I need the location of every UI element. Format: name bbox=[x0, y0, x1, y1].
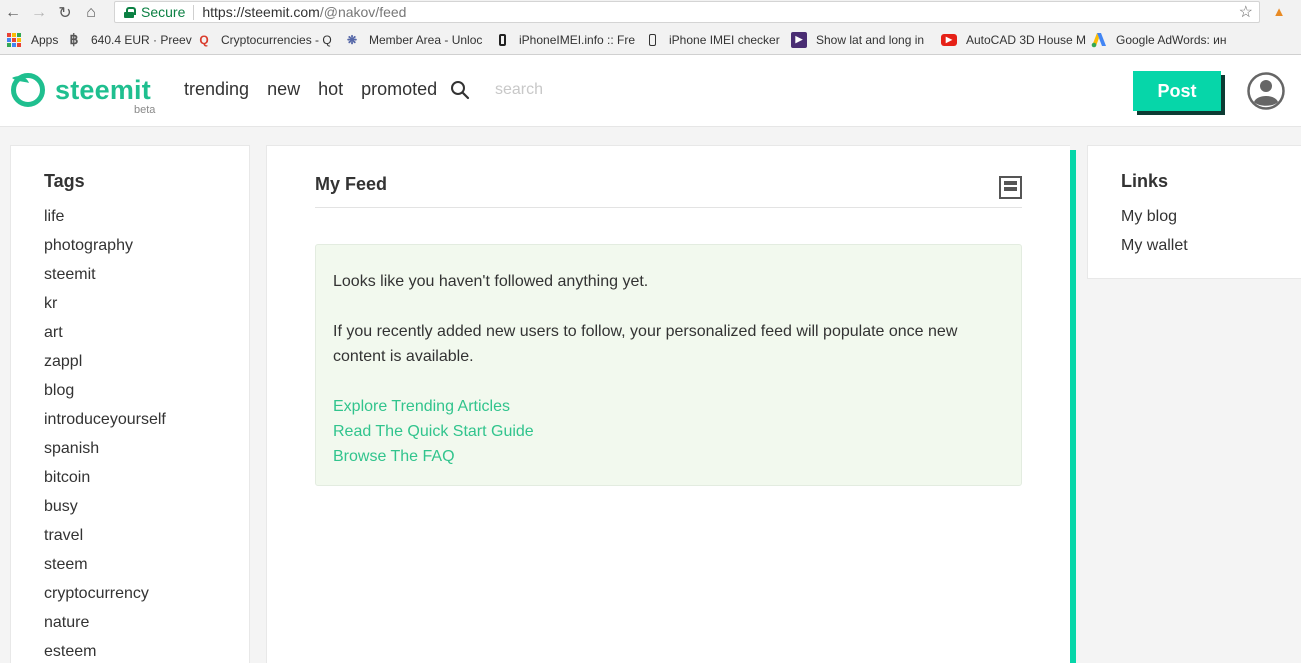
tag-link[interactable]: photography bbox=[44, 234, 166, 263]
secure-label: Secure bbox=[141, 4, 186, 20]
url-path: /@nakov/feed bbox=[319, 4, 407, 20]
bookmark-label: Show lat and long in bbox=[816, 32, 925, 47]
url-text: https://steemit.com/@nakov/feed bbox=[202, 4, 406, 20]
top-nav: trending new hot promoted bbox=[184, 79, 455, 100]
user-avatar-icon[interactable] bbox=[1246, 71, 1286, 111]
play-icon: ▶ bbox=[791, 31, 807, 48]
lock-icon bbox=[124, 6, 136, 18]
tag-link[interactable]: blog bbox=[44, 379, 166, 408]
notice-message: If you recently added new users to follo… bbox=[333, 323, 958, 365]
tag-link[interactable]: art bbox=[44, 321, 166, 350]
bookmark-label: Cryptocurrencies - Q bbox=[221, 32, 332, 47]
notice-links: Explore Trending Articles Read The Quick… bbox=[333, 394, 534, 469]
browser-toolbar: ← → ↻ ⌂ Secure https://steemit.com/@nako… bbox=[0, 0, 1301, 25]
accent-bar bbox=[1070, 150, 1076, 663]
tag-link[interactable]: nature bbox=[44, 611, 166, 640]
tag-link[interactable]: esteem bbox=[44, 640, 166, 663]
feed-title: My Feed bbox=[315, 174, 388, 194]
tag-link[interactable]: busy bbox=[44, 495, 166, 524]
feed-panel: My Feed Looks like you haven't followed … bbox=[266, 145, 1070, 663]
bookmark-apps[interactable]: Apps bbox=[6, 25, 66, 55]
bookmark-iphoneimei[interactable]: iPhoneIMEI.info :: Fre bbox=[494, 25, 644, 55]
metamask-fox-icon[interactable]: ▲ bbox=[1271, 4, 1287, 20]
brand-name[interactable]: steemit bbox=[55, 75, 151, 106]
site-header: steemit beta trending new hot promoted s… bbox=[0, 55, 1301, 127]
my-blog-link[interactable]: My blog bbox=[1121, 205, 1188, 234]
search-input[interactable]: search bbox=[495, 81, 543, 99]
nav-hot[interactable]: hot bbox=[318, 79, 343, 100]
bookmark-label: Member Area - Unloc bbox=[369, 32, 483, 47]
search-icon[interactable] bbox=[450, 80, 470, 100]
home-icon[interactable]: ⌂ bbox=[78, 0, 104, 25]
nav-trending[interactable]: trending bbox=[184, 79, 249, 100]
tag-link[interactable]: life bbox=[44, 205, 166, 234]
address-bar[interactable]: Secure https://steemit.com/@nakov/feed ☆ bbox=[114, 1, 1260, 23]
apps-grid-icon bbox=[6, 32, 22, 48]
bookmark-imei-checker[interactable]: iPhone IMEI checker bbox=[644, 25, 791, 55]
tag-link[interactable]: steem bbox=[44, 553, 166, 582]
tag-link[interactable]: steemit bbox=[44, 263, 166, 292]
phone-icon bbox=[644, 32, 660, 48]
quick-start-guide-link[interactable]: Read The Quick Start Guide bbox=[333, 419, 534, 444]
bookmark-lat-long[interactable]: ▶ Show lat and long in bbox=[791, 25, 941, 55]
steemit-logo-icon[interactable] bbox=[9, 71, 45, 107]
url-host: https://steemit.com bbox=[202, 4, 320, 20]
tag-link[interactable]: kr bbox=[44, 292, 166, 321]
beta-label: beta bbox=[134, 104, 156, 116]
divider bbox=[193, 4, 195, 20]
phone-icon bbox=[494, 32, 510, 48]
bookmark-autocad[interactable]: ▶ AutoCAD 3D House M bbox=[941, 25, 1091, 55]
notice-message: Looks like you haven't followed anything… bbox=[333, 273, 649, 290]
bookmark-label: Google AdWords: ин bbox=[1116, 32, 1227, 47]
links-list: My blog My wallet bbox=[1121, 205, 1188, 263]
bookmark-member-area[interactable]: ❋ Member Area - Unloc bbox=[344, 25, 494, 55]
layout-toggle-icon[interactable] bbox=[999, 176, 1022, 199]
reload-icon[interactable]: ↻ bbox=[52, 0, 78, 25]
tag-link[interactable]: zappl bbox=[44, 350, 166, 379]
tag-link[interactable]: cryptocurrency bbox=[44, 582, 166, 611]
bookmark-label: AutoCAD 3D House M bbox=[966, 32, 1087, 47]
tag-link[interactable]: spanish bbox=[44, 437, 166, 466]
links-title: Links bbox=[1121, 171, 1169, 191]
my-wallet-link[interactable]: My wallet bbox=[1121, 234, 1188, 263]
tag-link[interactable]: bitcoin bbox=[44, 466, 166, 495]
bitcoin-icon: ฿ bbox=[69, 31, 79, 47]
divider bbox=[315, 207, 1022, 208]
nav-new[interactable]: new bbox=[267, 79, 300, 100]
forward-icon[interactable]: → bbox=[26, 0, 52, 25]
gear-icon: ❋ bbox=[346, 32, 358, 47]
bookmark-preev[interactable]: ฿ 640.4 EUR · Preev bbox=[66, 25, 196, 55]
tag-link[interactable]: introduceyourself bbox=[44, 408, 166, 437]
bookmarks-bar: Apps ฿ 640.4 EUR · Preev Q Cryptocurrenc… bbox=[0, 25, 1301, 55]
tag-link[interactable]: travel bbox=[44, 524, 166, 553]
explore-trending-link[interactable]: Explore Trending Articles bbox=[333, 394, 534, 419]
nav-promoted[interactable]: promoted bbox=[361, 79, 437, 100]
tags-panel: Tags life photography steemit kr art zap… bbox=[10, 145, 250, 663]
empty-feed-notice: Looks like you haven't followed anything… bbox=[315, 244, 1022, 486]
back-icon[interactable]: ← bbox=[0, 0, 26, 25]
q-icon: Q bbox=[199, 32, 209, 47]
bookmark-label: Apps bbox=[31, 32, 59, 47]
bookmark-cryptocurrencies[interactable]: Q Cryptocurrencies - Q bbox=[196, 25, 344, 55]
bookmark-label: 640.4 EUR · Preev bbox=[91, 32, 192, 47]
bookmark-star-icon[interactable]: ☆ bbox=[1239, 2, 1253, 22]
tags-title: Tags bbox=[44, 171, 85, 191]
youtube-icon: ▶ bbox=[941, 33, 957, 46]
bookmark-adwords[interactable]: Google AdWords: ин bbox=[1091, 25, 1231, 55]
tags-list: life photography steemit kr art zappl bl… bbox=[44, 205, 166, 663]
adwords-icon bbox=[1091, 32, 1107, 48]
bookmark-label: iPhoneIMEI.info :: Fre bbox=[519, 32, 636, 47]
post-button[interactable]: Post bbox=[1133, 71, 1221, 111]
links-panel: Links My blog My wallet bbox=[1087, 145, 1301, 279]
browse-faq-link[interactable]: Browse The FAQ bbox=[333, 444, 534, 469]
bookmark-label: iPhone IMEI checker bbox=[669, 32, 780, 47]
